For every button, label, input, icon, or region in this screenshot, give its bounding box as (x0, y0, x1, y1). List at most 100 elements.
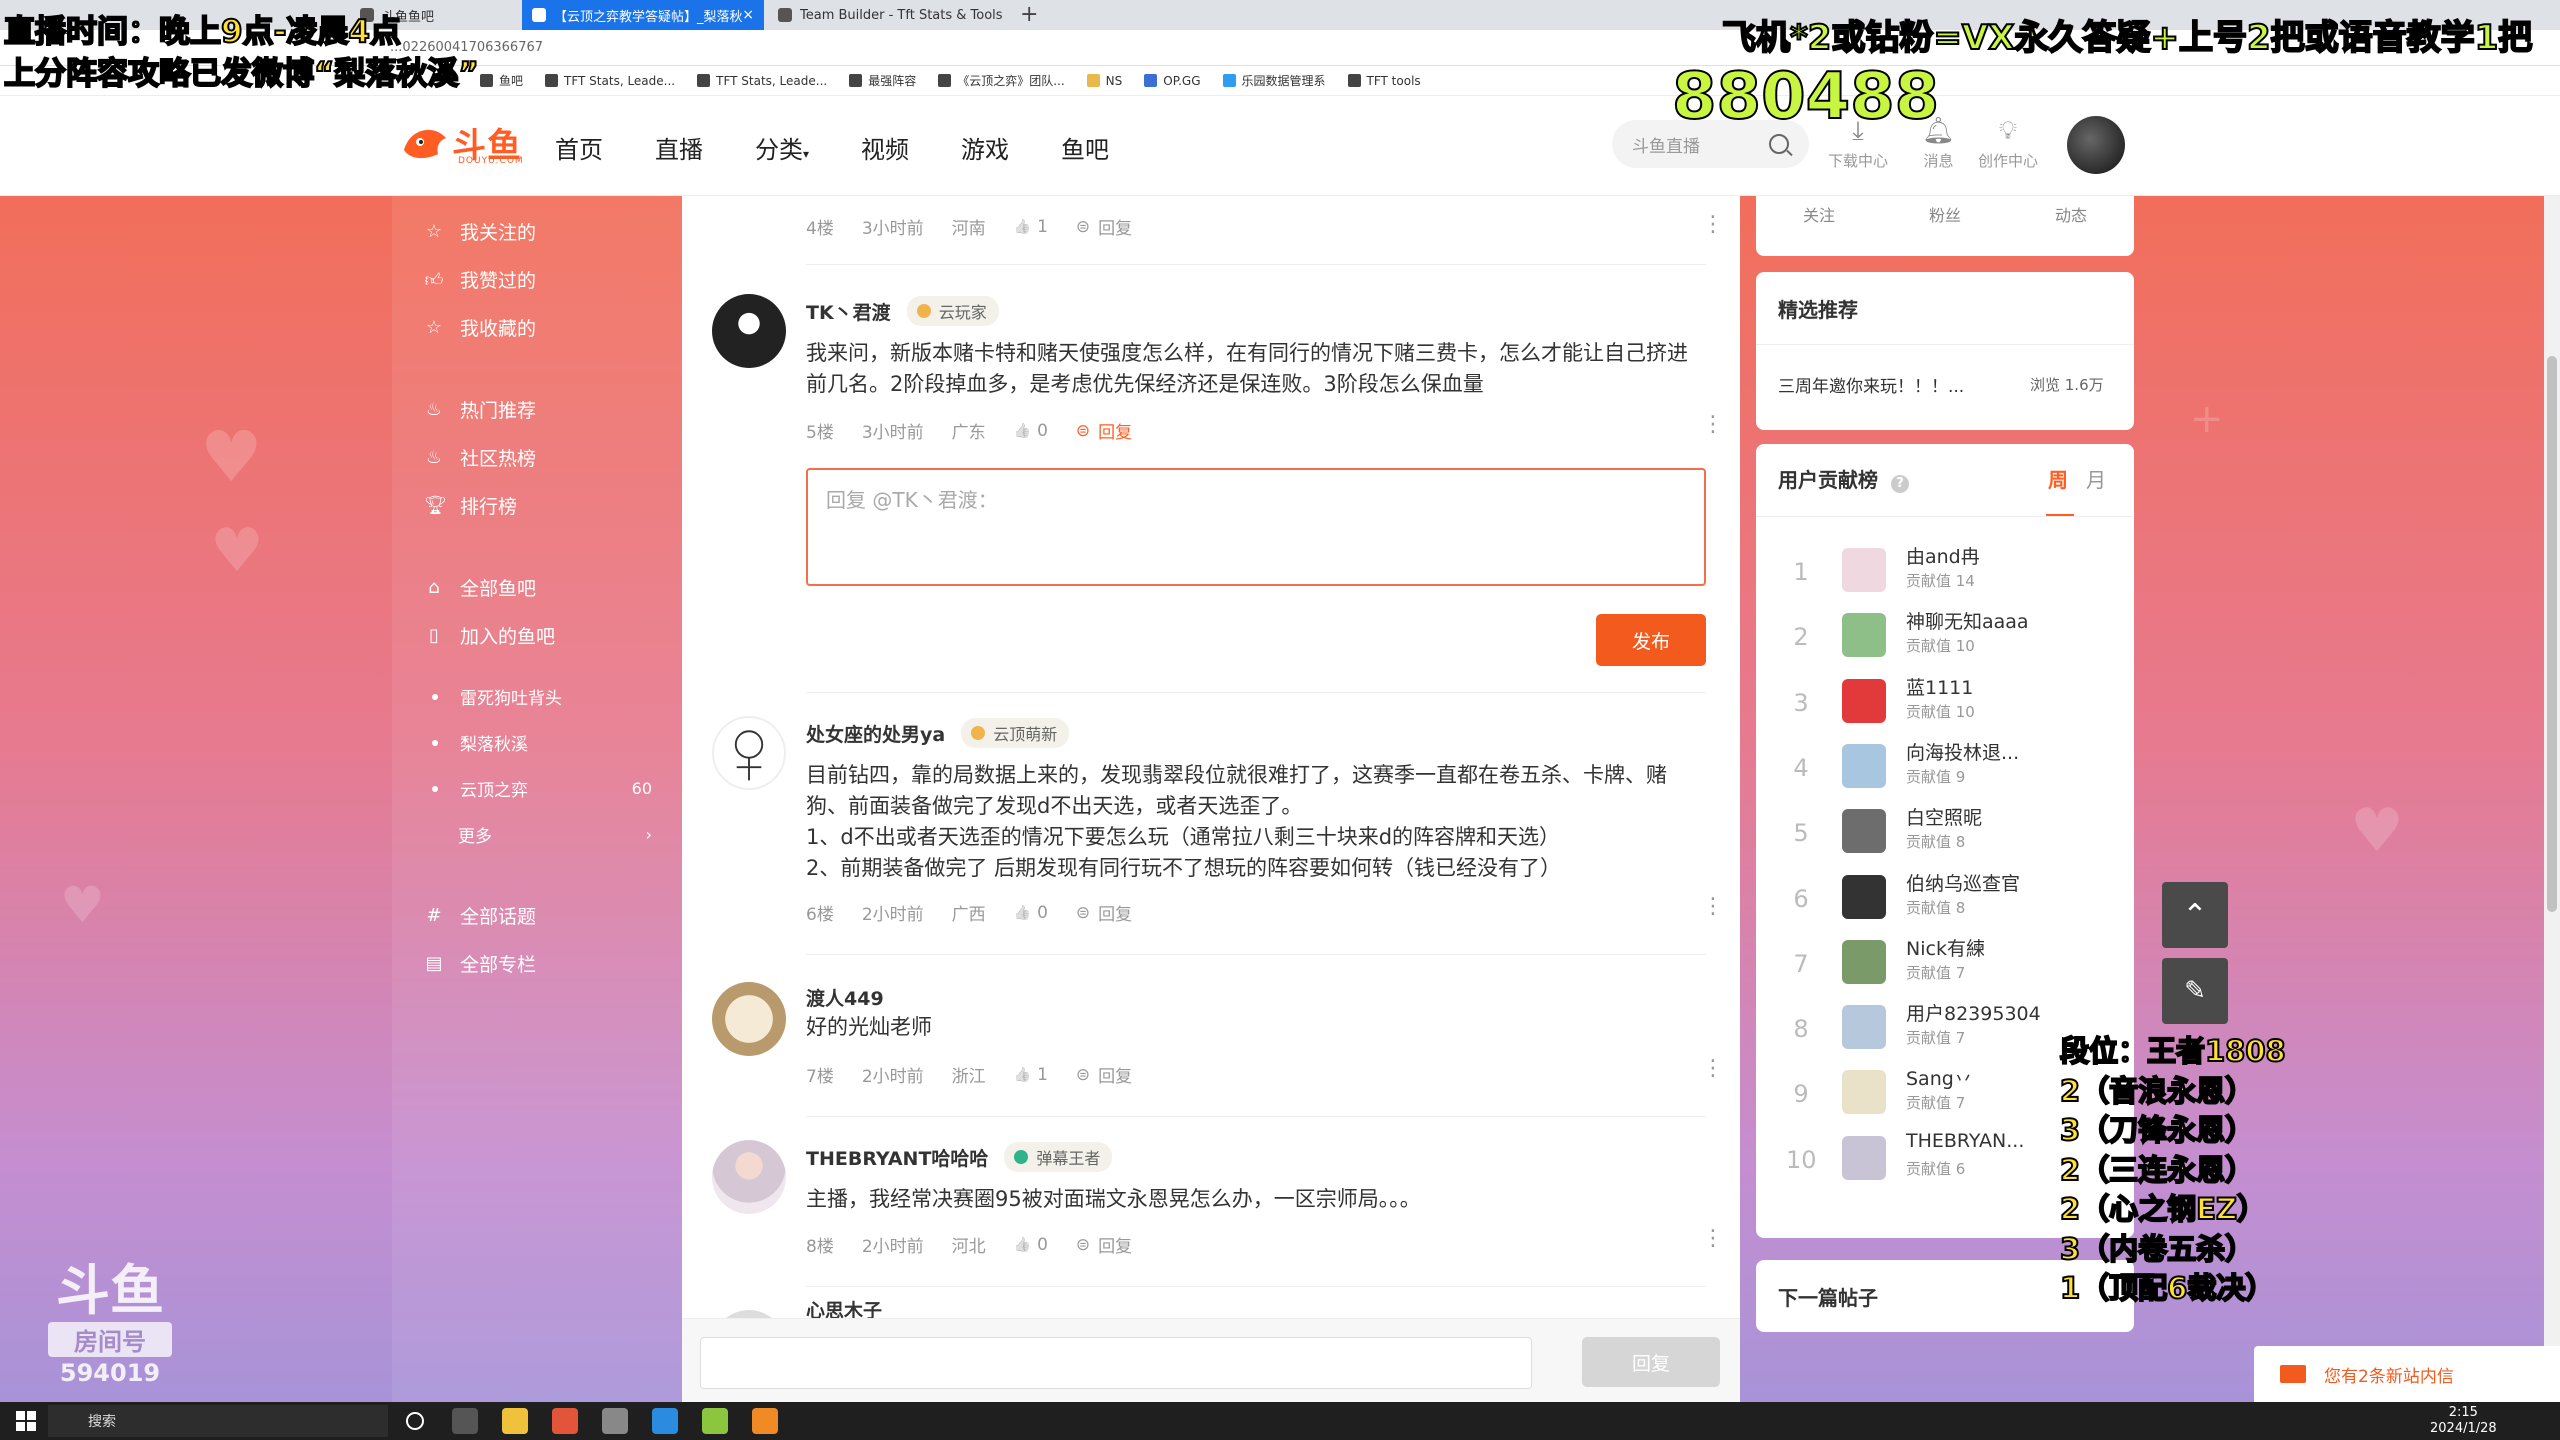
rank-avatar[interactable] (1842, 743, 1886, 788)
sidebar-item-topics[interactable]: # 全部话题 (424, 902, 536, 929)
nav-live[interactable]: 直播 (655, 130, 703, 165)
bookmark-item[interactable]: 最强阵容 (849, 72, 916, 89)
commenter-name[interactable]: TK丶君渡 云玩家 (806, 296, 999, 326)
commenter-avatar[interactable] (712, 294, 786, 368)
sidebar-item-ranking[interactable]: 🏆︎ 排行榜 (424, 492, 517, 519)
more-options-icon[interactable]: ⋮ (1702, 894, 1724, 919)
stat-posts[interactable]: 动态 (2055, 202, 2087, 226)
rank-username[interactable]: 由and冉 (1906, 542, 1980, 569)
browser-tab[interactable]: Team Builder - Tft Stats & Tools (768, 0, 1014, 30)
bottom-reply-button[interactable]: 回复 (1582, 1337, 1720, 1387)
file-explorer-icon[interactable] (502, 1408, 528, 1434)
bookmark-item[interactable]: TFT Stats, Leade... (697, 74, 827, 88)
reply-textarea[interactable]: 回复 @TK丶君渡： (806, 468, 1706, 586)
cortana-icon[interactable] (406, 1412, 424, 1430)
reply-button[interactable]: ⊜ 回复 (1076, 214, 1160, 240)
sidebar-subitem[interactable]: 梨落秋溪 (432, 730, 652, 755)
bookmark-item[interactable]: 《云顶之弈》团队... (938, 72, 1065, 89)
commenter-name[interactable]: 渡人449 (806, 984, 884, 1011)
rank-username[interactable]: Nick有練 (1906, 934, 1985, 961)
like-button[interactable]: 0 (1014, 903, 1048, 923)
sidebar-more[interactable]: 更多 › (458, 822, 652, 847)
taskbar-clock[interactable]: 2:15 2024/1/28 (2430, 1405, 2497, 1437)
message-notification[interactable]: 您有2条新站内信 (2254, 1346, 2560, 1402)
more-options-icon[interactable]: ⋮ (1702, 1056, 1724, 1081)
commenter-avatar[interactable] (712, 1140, 786, 1214)
reply-button[interactable]: ⊜ 回复 (1076, 418, 1160, 444)
sidebar-item-all-bars[interactable]: ⌂ 全部鱼吧 (424, 574, 536, 601)
app-icon[interactable] (602, 1408, 628, 1434)
rank-row[interactable]: 2 神聊无知aaaa 贡献值 10 (1786, 607, 2116, 667)
commenter-name[interactable]: 处女座的处男ya 云顶萌新 (806, 718, 1070, 748)
nav-games[interactable]: 游戏 (961, 130, 1009, 165)
rank-row[interactable]: 4 向海投林退... 贡献值 9 (1786, 738, 2116, 798)
sidebar-item-liked[interactable]: 👍︎ 我赞过的 (424, 266, 536, 293)
windows-start-icon[interactable] (16, 1411, 36, 1431)
sidebar-item-columns[interactable]: ▤ 全部专栏 (424, 950, 536, 977)
app-icon[interactable] (752, 1408, 778, 1434)
bookmark-item[interactable]: 乐园数据管理系 (1222, 72, 1326, 89)
reply-button[interactable]: ⊜ 回复 (1076, 1062, 1160, 1088)
page-scrollbar[interactable] (2544, 196, 2560, 1402)
back-to-top-button[interactable]: ⌃ (2162, 882, 2228, 948)
nav-home[interactable]: 首页 (555, 130, 603, 165)
rank-avatar[interactable] (1842, 678, 1886, 723)
commenter-avatar[interactable] (712, 982, 786, 1056)
more-options-icon[interactable]: ⋮ (1702, 1226, 1724, 1251)
stat-following[interactable]: 关注 (1803, 202, 1835, 226)
sidebar-subitem[interactable]: 云顶之弈 60 (432, 776, 652, 801)
sidebar-item-following[interactable]: ☆ 我关注的 (424, 218, 536, 245)
nav-category[interactable]: 分类▾ (755, 130, 809, 165)
write-post-button[interactable]: ✎ (2162, 958, 2228, 1024)
rank-avatar[interactable] (1842, 939, 1886, 984)
bookmark-item[interactable]: NS (1086, 74, 1122, 88)
close-tab-icon[interactable]: × (742, 7, 754, 23)
rank-row[interactable]: 7 Nick有練 贡献值 7 (1786, 934, 2116, 994)
creator-center-button[interactable]: 💡︎ 创作中心 (1978, 116, 2038, 171)
stat-fans[interactable]: 粉丝 (1929, 202, 1961, 226)
browser-tab-active[interactable]: 【云顶之弈教学答疑帖】_梨落秋溪... × (522, 0, 764, 30)
user-avatar[interactable] (2067, 116, 2125, 174)
rank-username[interactable]: 向海投林退... (1906, 738, 2019, 765)
app-icon[interactable] (702, 1408, 728, 1434)
reply-button[interactable]: ⊜ 回复 (1076, 1232, 1160, 1258)
sidebar-item-hot[interactable]: ♨ 热门推荐 (424, 396, 536, 423)
rank-avatar[interactable] (1842, 874, 1886, 919)
sidebar-subitem[interactable]: 雷死狗吐背头 (432, 684, 652, 709)
bookmark-item[interactable]: TFT tools (1347, 74, 1421, 88)
reply-button[interactable]: ⊜ 回复 (1076, 900, 1160, 926)
commenter-name[interactable]: 心思木子 (806, 1296, 882, 1318)
scrollbar-thumb[interactable] (2547, 356, 2557, 912)
rank-row[interactable]: 1 由and冉 贡献值 14 (1786, 542, 2116, 602)
like-button[interactable]: 0 (1014, 421, 1048, 441)
new-tab-icon[interactable]: + (1020, 2, 1038, 27)
taskbar-search[interactable]: 搜索 (48, 1405, 388, 1437)
sidebar-item-joined-bars[interactable]: ▯ 加入的鱼吧 (424, 622, 555, 649)
rank-row[interactable]: 3 蓝1111 贡献值 10 (1786, 673, 2116, 733)
commenter-avatar[interactable] (712, 1310, 786, 1318)
rank-row[interactable]: 5 白空照昵 贡献值 8 (1786, 803, 2116, 863)
publish-button[interactable]: 发布 (1596, 614, 1706, 666)
rank-username[interactable]: 神聊无知aaaa (1906, 607, 2029, 634)
tab-month[interactable]: 月 (2086, 464, 2106, 493)
rank-avatar[interactable] (1842, 809, 1886, 854)
rank-row[interactable]: 6 伯纳乌巡查官 贡献值 8 (1786, 869, 2116, 929)
rank-avatar[interactable] (1842, 548, 1886, 592)
rank-username[interactable]: THEBRYAN... (1906, 1130, 2024, 1152)
search-icon[interactable] (1769, 134, 1789, 154)
like-button[interactable]: 1 (1014, 1065, 1048, 1085)
bookmark-item[interactable]: OP.GG (1144, 74, 1201, 88)
rank-username[interactable]: 蓝1111 (1906, 673, 1973, 700)
more-options-icon[interactable]: ⋮ (1702, 412, 1724, 437)
browser-app-icon[interactable] (652, 1408, 678, 1434)
rank-username[interactable]: Sang丷 (1906, 1064, 1973, 1091)
commenter-avatar[interactable] (712, 716, 786, 790)
like-button[interactable]: 1 (1014, 217, 1048, 237)
task-view-icon[interactable] (452, 1408, 478, 1434)
featured-post-link[interactable]: 三周年邀你来玩！！！... (1778, 372, 1964, 397)
help-icon[interactable]: ? (1890, 475, 1909, 493)
rank-avatar[interactable] (1842, 1135, 1886, 1180)
rank-avatar[interactable] (1842, 613, 1886, 658)
commenter-name[interactable]: THEBRYANT哈哈哈 弹幕王者 (806, 1142, 1113, 1172)
bookmark-item[interactable]: TFT Stats, Leade... (545, 74, 675, 88)
